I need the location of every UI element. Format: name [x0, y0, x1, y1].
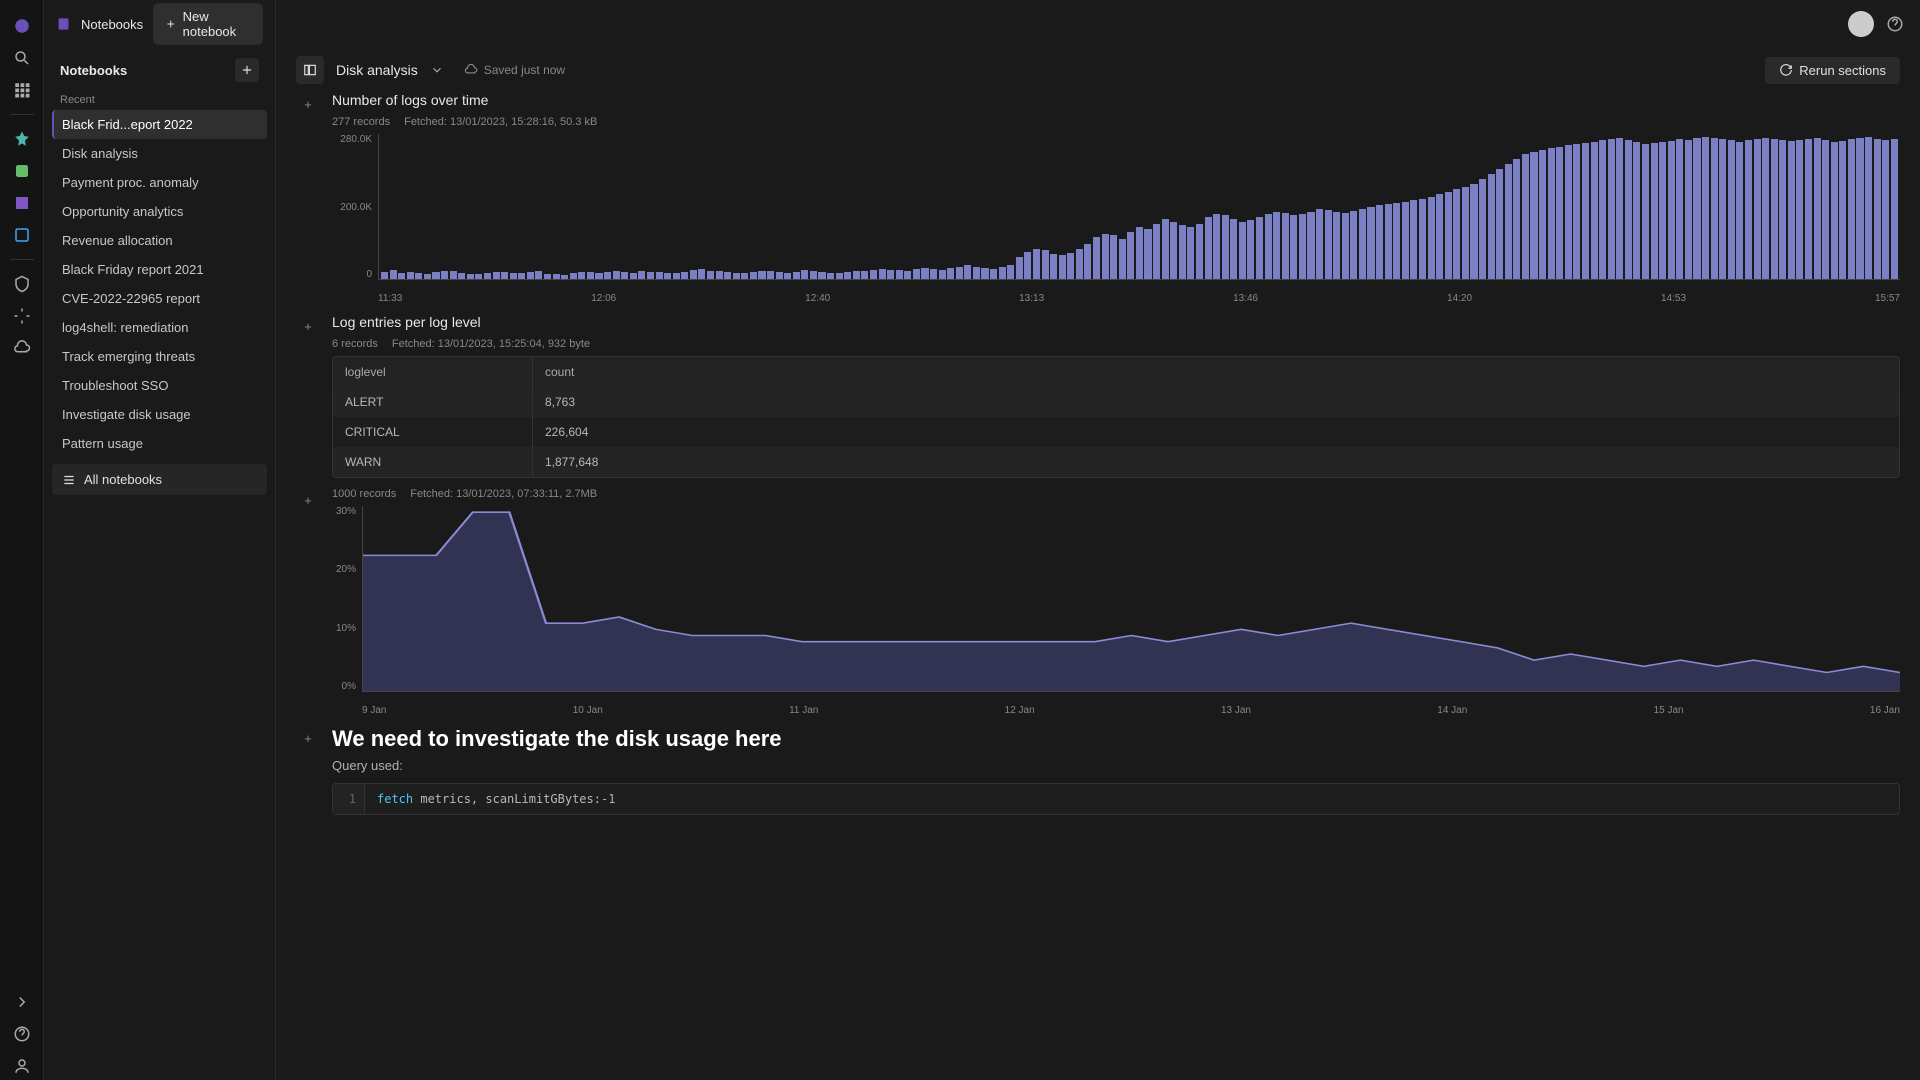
- section-area-chart: + 1000 records Fetched: 13/01/2023, 07:3…: [332, 488, 1900, 716]
- help-icon[interactable]: [1886, 15, 1904, 33]
- notebook-item[interactable]: Black Friday report 2021: [52, 255, 267, 284]
- page-bar: Disk analysis Saved just now Rerun secti…: [276, 48, 1920, 92]
- plus-icon: [165, 17, 177, 31]
- table-row: ALERT 8,763: [333, 387, 1899, 417]
- shield-icon[interactable]: [8, 270, 36, 298]
- notebook-item[interactable]: Pattern usage: [52, 429, 267, 458]
- recent-label: Recent: [44, 90, 275, 110]
- cloud-icon[interactable]: [8, 334, 36, 362]
- expand-icon[interactable]: [8, 988, 36, 1016]
- add-cell-button[interactable]: +: [296, 92, 320, 116]
- area-chart: 30%20%10%0% 9 Jan10 Jan11 Jan12 Jan13 Ja…: [332, 506, 1900, 716]
- avatar[interactable]: [1848, 11, 1874, 37]
- y-axis: 30%20%10%0%: [332, 506, 362, 692]
- refresh-icon: [1779, 63, 1793, 77]
- line-number: 1: [333, 784, 365, 814]
- notebook-item[interactable]: Track emerging threats: [52, 342, 267, 371]
- automation-icon[interactable]: [8, 302, 36, 330]
- markdown-heading: We need to investigate the disk usage he…: [332, 726, 1900, 752]
- fetch-info: Fetched: 13/01/2023, 15:28:16, 50.3 kB: [404, 116, 597, 128]
- section-logs-over-time: + Number of logs over time 277 records F…: [332, 92, 1900, 304]
- content: + Number of logs over time 277 records F…: [276, 92, 1920, 1080]
- new-notebook-button[interactable]: New notebook: [153, 3, 263, 45]
- rerun-button[interactable]: Rerun sections: [1765, 57, 1900, 84]
- pin-4-icon[interactable]: [8, 221, 36, 249]
- sidebar: Notebooks New notebook Notebooks Recent …: [44, 0, 276, 1080]
- pin-3-icon[interactable]: [8, 189, 36, 217]
- help-rail-icon[interactable]: [8, 1020, 36, 1048]
- user-rail-icon[interactable]: [8, 1052, 36, 1080]
- section-log-levels: + Log entries per log level 6 records Fe…: [332, 314, 1900, 478]
- x-axis: 11:3312:0612:4013:1313:4614:2014:5315:57: [378, 293, 1900, 304]
- table-header: loglevel count: [333, 357, 1899, 387]
- notebook-item[interactable]: Investigate disk usage: [52, 400, 267, 429]
- record-count: 277 records: [332, 116, 390, 128]
- header: [276, 0, 1920, 48]
- y-axis: 280.0K 200.0K 0: [332, 134, 378, 280]
- add-notebook-button[interactable]: [235, 58, 259, 82]
- record-count: 1000 records: [332, 488, 396, 500]
- notebook-item[interactable]: Revenue allocation: [52, 226, 267, 255]
- all-notebooks-button[interactable]: All notebooks: [52, 464, 267, 495]
- code-content: fetch metrics, scanLimitGBytes:-1: [365, 784, 627, 814]
- app-title: Notebooks: [81, 17, 143, 32]
- notebook-list: Black Frid...eport 2022 Disk analysis Pa…: [44, 110, 275, 458]
- pin-1-icon[interactable]: [8, 125, 36, 153]
- sidebar-header: Notebooks: [60, 63, 127, 78]
- log-level-table: loglevel count ALERT 8,763 CRITICAL 226,…: [332, 356, 1900, 478]
- notebook-item[interactable]: CVE-2022-22965 report: [52, 284, 267, 313]
- main: Disk analysis Saved just now Rerun secti…: [276, 0, 1920, 1080]
- col-loglevel: loglevel: [333, 357, 533, 387]
- outline-toggle[interactable]: [296, 56, 324, 84]
- table-row: WARN 1,877,648: [333, 447, 1899, 477]
- notebook-item[interactable]: Payment proc. anomaly: [52, 168, 267, 197]
- add-cell-button[interactable]: +: [296, 726, 320, 750]
- section-title: Log entries per log level: [332, 314, 1900, 330]
- notebook-item[interactable]: log4shell: remediation: [52, 313, 267, 342]
- notebook-item[interactable]: Troubleshoot SSO: [52, 371, 267, 400]
- x-axis: 9 Jan10 Jan11 Jan12 Jan13 Jan14 Jan15 Ja…: [362, 705, 1900, 716]
- pin-2-icon[interactable]: [8, 157, 36, 185]
- nav-rail: [0, 0, 44, 1080]
- fetch-info: Fetched: 13/01/2023, 15:25:04, 932 byte: [392, 338, 590, 350]
- fetch-info: Fetched: 13/01/2023, 07:33:11, 2.7MB: [410, 488, 597, 500]
- search-icon[interactable]: [8, 44, 36, 72]
- notebook-item[interactable]: Disk analysis: [52, 139, 267, 168]
- col-count: count: [533, 357, 1899, 387]
- apps-icon[interactable]: [8, 76, 36, 104]
- record-count: 6 records: [332, 338, 378, 350]
- logo-icon[interactable]: [8, 12, 36, 40]
- add-cell-button[interactable]: +: [296, 314, 320, 338]
- chevron-down-icon[interactable]: [430, 63, 444, 77]
- section-markdown: + We need to investigate the disk usage …: [332, 726, 1900, 815]
- bar-chart: 280.0K 200.0K 0 11:3312:0612:4013:1313:4…: [332, 134, 1900, 304]
- table-row: CRITICAL 226,604: [333, 417, 1899, 447]
- markdown-text: Query used:: [332, 758, 1900, 773]
- cloud-icon: [464, 63, 478, 77]
- notebook-icon: [56, 15, 71, 33]
- section-title: Number of logs over time: [332, 92, 1900, 108]
- page-title: Disk analysis: [336, 62, 418, 78]
- saved-status: Saved just now: [464, 63, 565, 77]
- notebook-item[interactable]: Opportunity analytics: [52, 197, 267, 226]
- code-block[interactable]: 1 fetch metrics, scanLimitGBytes:-1: [332, 783, 1900, 815]
- list-icon: [62, 473, 76, 487]
- notebook-item[interactable]: Black Frid...eport 2022: [52, 110, 267, 139]
- add-cell-button[interactable]: +: [296, 488, 320, 512]
